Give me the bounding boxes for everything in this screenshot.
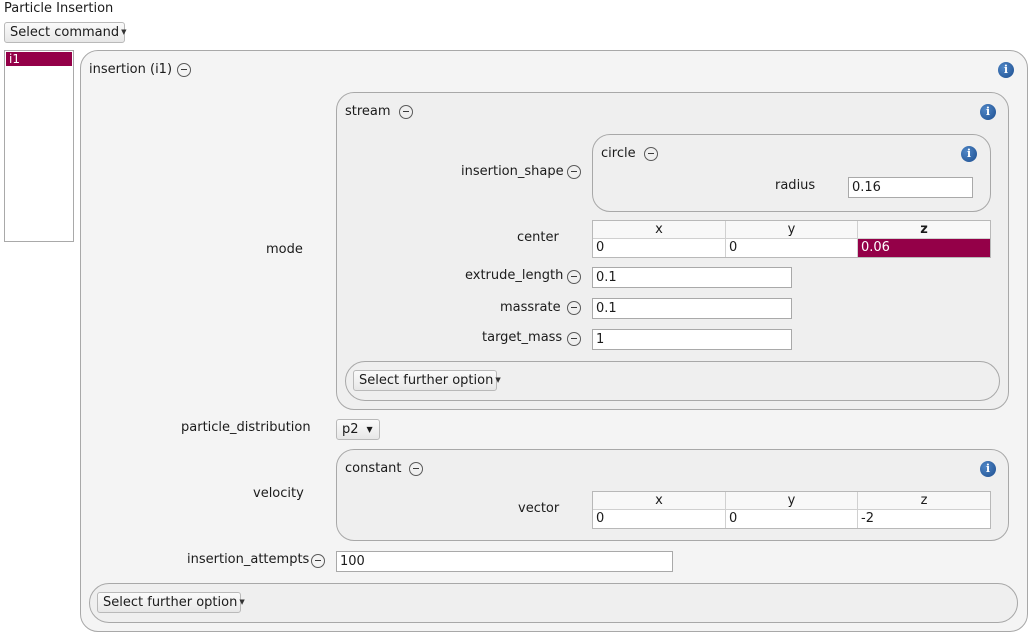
column-header-z: z	[858, 492, 990, 510]
page-title: Particle Insertion	[4, 1, 114, 16]
collapse-insertion-icon[interactable]	[177, 63, 191, 77]
insertion-list[interactable]: i1	[4, 50, 74, 242]
stream-further-option-button[interactable]: Select further option ▼	[353, 370, 501, 391]
particle-distribution-select[interactable]: p2 ▼	[336, 419, 380, 440]
insertion-attempts-label: insertion_attempts	[187, 552, 310, 567]
info-icon[interactable]: i	[961, 146, 977, 162]
circle-title: circle	[601, 146, 636, 161]
list-item[interactable]: i1	[6, 52, 72, 66]
center-table: x y z 0 0 0.06	[592, 220, 991, 258]
chevron-down-icon: ▼	[239, 598, 245, 606]
stream-title: stream	[345, 104, 391, 119]
collapse-extrude-length-icon[interactable]	[567, 270, 581, 284]
column-header-y: y	[726, 492, 858, 510]
info-icon[interactable]: i	[980, 104, 996, 120]
vector-z-cell[interactable]: -2	[858, 510, 990, 528]
further-option-label: Select further option	[359, 373, 494, 388]
center-y-cell[interactable]: 0	[726, 239, 858, 257]
collapse-constant-icon[interactable]	[409, 462, 423, 476]
chevron-down-icon: ▼	[495, 376, 501, 384]
chevron-down-icon: ▼	[121, 28, 127, 36]
particle-distribution-value: p2	[342, 422, 359, 437]
target-mass-label: target_mass	[482, 330, 563, 345]
insertion-shape-label: insertion_shape	[461, 164, 564, 179]
column-header-y: y	[726, 221, 858, 239]
collapse-insertion-shape-icon[interactable]	[567, 165, 581, 179]
radius-input[interactable]: 0.16	[848, 177, 973, 198]
collapse-target-mass-icon[interactable]	[567, 332, 581, 346]
constant-title: constant	[345, 461, 402, 476]
insertion-attempts-input[interactable]: 100	[336, 551, 673, 572]
velocity-label: velocity	[253, 486, 304, 501]
insertion-further-option-button[interactable]: Select further option ▼	[97, 592, 245, 613]
extrude-length-label: extrude_length	[465, 268, 564, 283]
select-command-label: Select command	[10, 25, 120, 40]
column-header-x: x	[593, 492, 726, 510]
mode-label: mode	[266, 242, 303, 257]
info-icon[interactable]: i	[998, 62, 1014, 78]
chevron-down-icon: ▼	[366, 425, 373, 434]
vector-table: x y z 0 0 -2	[592, 491, 991, 529]
vector-y-cell[interactable]: 0	[726, 510, 858, 528]
collapse-massrate-icon[interactable]	[567, 301, 581, 315]
further-option-label: Select further option	[103, 595, 238, 610]
extrude-length-input[interactable]: 0.1	[592, 267, 792, 288]
center-label: center	[517, 230, 559, 245]
vector-label: vector	[518, 501, 560, 516]
target-mass-input[interactable]: 1	[592, 329, 792, 350]
column-header-z: z	[858, 221, 990, 239]
center-x-cell[interactable]: 0	[593, 239, 726, 257]
insertion-title: insertion (i1)	[89, 62, 173, 77]
select-command-button[interactable]: Select command ▼	[4, 22, 127, 43]
column-header-x: x	[593, 221, 726, 239]
center-z-cell[interactable]: 0.06	[858, 239, 990, 257]
vector-x-cell[interactable]: 0	[593, 510, 726, 528]
collapse-insertion-attempts-icon[interactable]	[311, 554, 325, 568]
particle-distribution-label: particle_distribution	[181, 420, 311, 435]
info-icon[interactable]: i	[980, 461, 996, 477]
massrate-label: massrate	[500, 300, 561, 315]
radius-label: radius	[775, 178, 816, 193]
collapse-circle-icon[interactable]	[644, 147, 658, 161]
circle-panel	[592, 134, 991, 212]
collapse-stream-icon[interactable]	[399, 105, 413, 119]
massrate-input[interactable]: 0.1	[592, 298, 792, 319]
